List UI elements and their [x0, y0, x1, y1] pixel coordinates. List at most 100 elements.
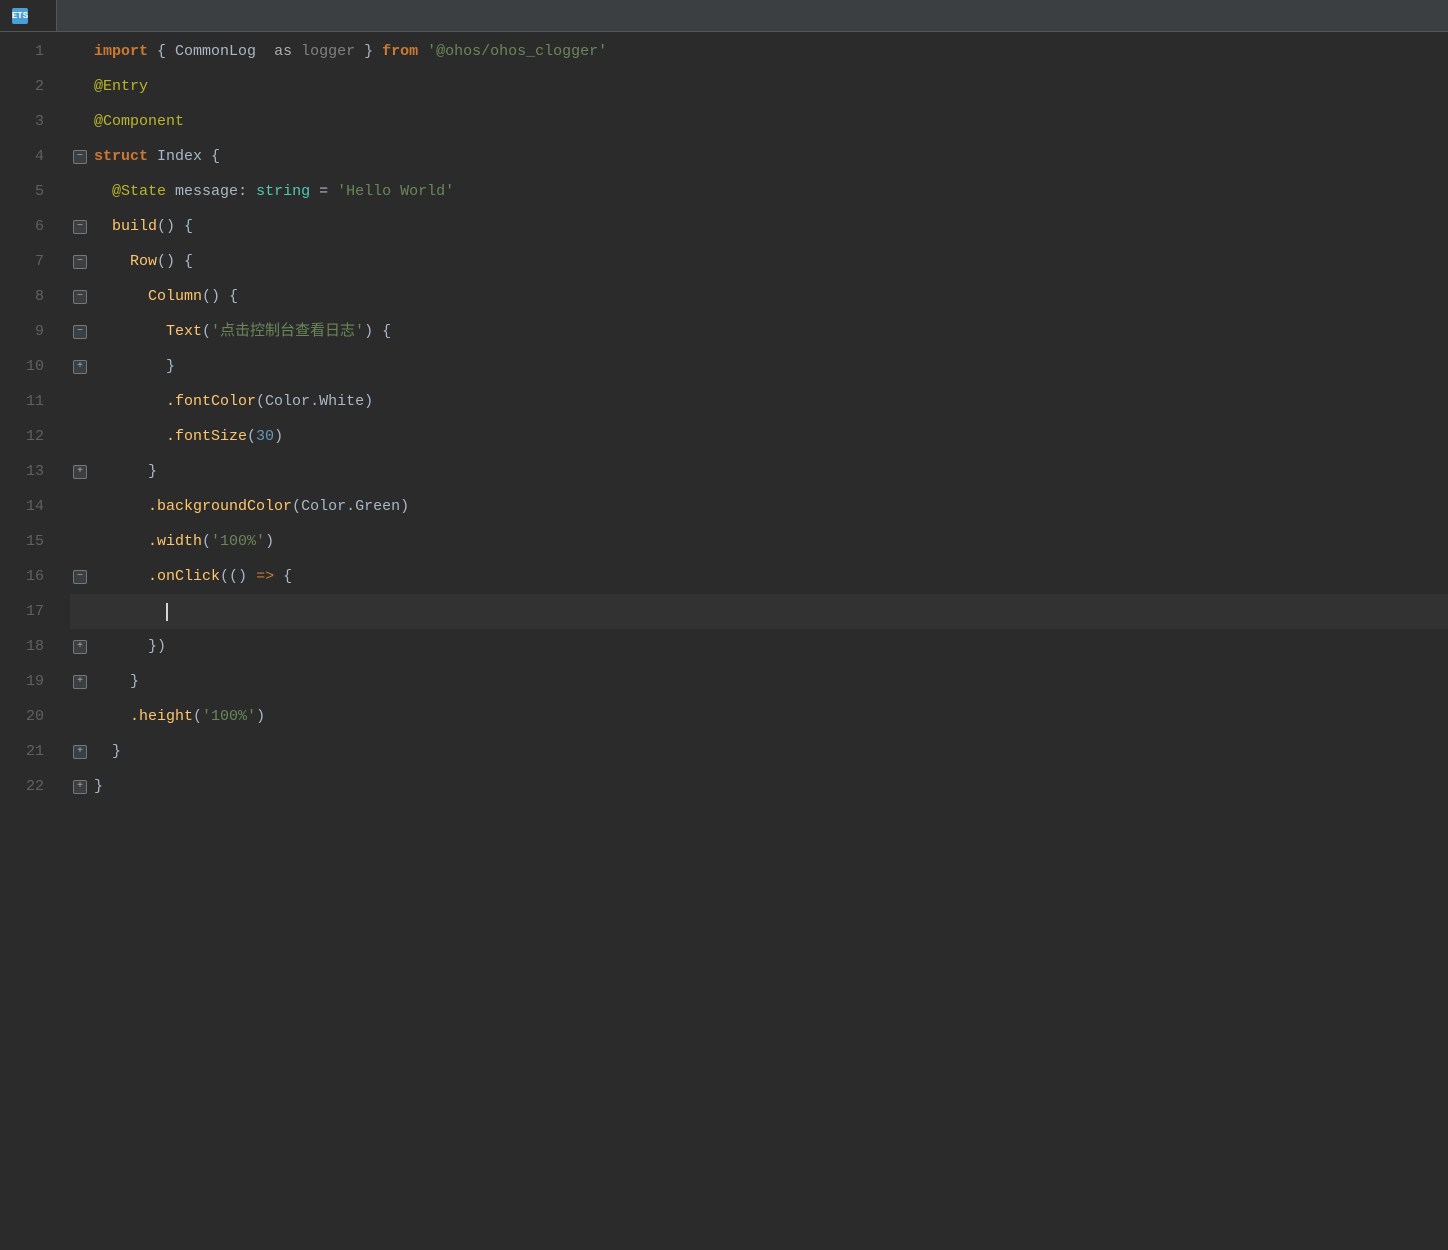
token-plain: (( — [220, 559, 238, 594]
gutter-icon[interactable]: − — [70, 220, 90, 234]
fold-close-icon[interactable]: + — [73, 360, 87, 374]
gutter-icon[interactable]: + — [70, 675, 90, 689]
token-plain — [94, 384, 166, 419]
token-method: .backgroundColor — [148, 489, 292, 524]
code-line: − Column() { — [70, 279, 1448, 314]
fold-open-icon[interactable]: − — [73, 570, 87, 584]
token-plain — [256, 34, 274, 69]
token-plain — [94, 209, 112, 244]
line-number: 11 — [0, 384, 44, 419]
code-line: @Component — [70, 104, 1448, 139]
token-method: .width — [148, 524, 202, 559]
line-number: 8 — [0, 279, 44, 314]
token-plain — [292, 34, 301, 69]
token-plain: . — [346, 489, 355, 524]
gutter-icon[interactable]: + — [70, 745, 90, 759]
gutter-icon[interactable]: − — [70, 570, 90, 584]
fold-close-icon[interactable]: + — [73, 465, 87, 479]
line-number: 2 — [0, 69, 44, 104]
fold-open-icon[interactable]: − — [73, 220, 87, 234]
code-line: − Text('点击控制台查看日志') { — [70, 314, 1448, 349]
code-line: + } — [70, 664, 1448, 699]
token-plain: } — [94, 734, 121, 769]
token-plain — [94, 524, 148, 559]
code-line: − .onClick(() => { — [70, 559, 1448, 594]
token-plain: ) — [364, 384, 373, 419]
gutter-icon[interactable]: + — [70, 360, 90, 374]
token-method: .height — [130, 699, 193, 734]
token-plain: () { — [157, 209, 193, 244]
token-plain — [148, 139, 157, 174]
token-method: Column — [148, 279, 202, 314]
fold-open-icon[interactable]: − — [73, 150, 87, 164]
line-number: 10 — [0, 349, 44, 384]
token-plain — [418, 34, 427, 69]
token-plain — [94, 699, 130, 734]
token-kw-struct: struct — [94, 139, 148, 174]
token-plain: ( — [193, 699, 202, 734]
line-number: 19 — [0, 664, 44, 699]
fold-close-icon[interactable]: + — [73, 640, 87, 654]
token-method: .fontColor — [166, 384, 256, 419]
code-line: + }) — [70, 629, 1448, 664]
fold-close-icon[interactable]: + — [73, 745, 87, 759]
token-plain — [94, 559, 148, 594]
token-kw-import: import — [94, 34, 148, 69]
line-number: 4 — [0, 139, 44, 174]
line-number: 15 — [0, 524, 44, 559]
token-plain: ) { — [364, 314, 391, 349]
token-plain: () { — [157, 244, 193, 279]
code-line: + } — [70, 349, 1448, 384]
gutter-icon[interactable]: + — [70, 780, 90, 794]
fold-close-icon[interactable]: + — [73, 780, 87, 794]
file-tab[interactable]: ETS — [0, 0, 57, 31]
token-identifier: Index — [157, 139, 202, 174]
token-plain: ( — [292, 489, 301, 524]
code-line: .fontColor(Color.White) — [70, 384, 1448, 419]
token-plain: ) — [238, 559, 256, 594]
fold-open-icon[interactable]: − — [73, 290, 87, 304]
token-plain: . — [310, 384, 319, 419]
editor-area: 12345678910111213141516171819202122 impo… — [0, 32, 1448, 1250]
token-identifier: Color — [301, 489, 346, 524]
token-state-decorator: @State — [112, 174, 166, 209]
gutter-icon[interactable]: − — [70, 255, 90, 269]
token-plain — [94, 174, 112, 209]
code-content[interactable]: import { CommonLog as logger } from '@oh… — [60, 32, 1448, 1250]
token-arrow: => — [256, 559, 274, 594]
gutter-icon[interactable]: + — [70, 640, 90, 654]
line-number: 21 — [0, 734, 44, 769]
token-identifier: Color — [265, 384, 310, 419]
token-decorator: @Component — [94, 104, 184, 139]
line-number: 16 — [0, 559, 44, 594]
token-plain: : — [238, 174, 256, 209]
code-line: .width('100%') — [70, 524, 1448, 559]
fold-open-icon[interactable]: − — [73, 255, 87, 269]
code-line: −struct Index { — [70, 139, 1448, 174]
token-plain: }) — [94, 629, 166, 664]
token-plain: { — [148, 34, 175, 69]
code-line: .fontSize(30) — [70, 419, 1448, 454]
line-number: 3 — [0, 104, 44, 139]
token-plain: } — [94, 769, 103, 804]
token-plain: ) — [256, 699, 265, 734]
token-string-single: '100%' — [202, 699, 256, 734]
token-method: Text — [166, 314, 202, 349]
fold-close-icon[interactable]: + — [73, 675, 87, 689]
token-plain: } — [355, 34, 382, 69]
fold-open-icon[interactable]: − — [73, 325, 87, 339]
code-line: @Entry — [70, 69, 1448, 104]
line-number: 7 — [0, 244, 44, 279]
token-plain: ( — [202, 524, 211, 559]
token-string-single: 'Hello World' — [337, 174, 454, 209]
token-plain: { — [202, 139, 220, 174]
gutter-icon[interactable]: + — [70, 465, 90, 479]
code-line: + } — [70, 454, 1448, 489]
token-string-single: '100%' — [211, 524, 265, 559]
gutter-icon[interactable]: − — [70, 150, 90, 164]
gutter-icon[interactable]: − — [70, 325, 90, 339]
code-line: .height('100%') — [70, 699, 1448, 734]
gutter-icon[interactable]: − — [70, 290, 90, 304]
token-plain: ( — [247, 419, 256, 454]
token-plain: } — [94, 349, 175, 384]
